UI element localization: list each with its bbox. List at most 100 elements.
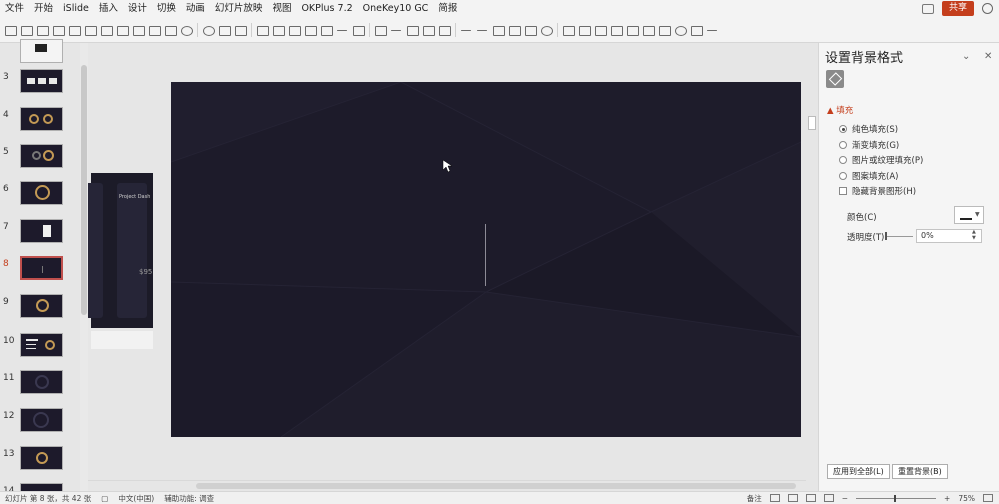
screenshot-icon[interactable]	[690, 24, 703, 36]
group-icon[interactable]	[132, 24, 145, 36]
copy-position-icon[interactable]	[272, 24, 285, 36]
reset-background-button[interactable]: 重置背景(B)	[892, 464, 948, 479]
animation-icon[interactable]	[610, 24, 623, 36]
vertical-scrollbar[interactable]	[806, 43, 818, 491]
fit-to-window-icon[interactable]	[983, 494, 993, 502]
thumbnail-row[interactable]: 13	[0, 446, 78, 478]
text-box-icon[interactable]	[492, 24, 505, 36]
picture-fill-option[interactable]: 图片或纹理填充(P)	[839, 154, 923, 166]
slide-thumbnail[interactable]	[20, 39, 63, 63]
thumbnail-row[interactable]: 12	[0, 408, 78, 440]
menu-onekey[interactable]: OneKey10 GC	[358, 0, 434, 17]
thumbnail-scroll-handle[interactable]	[81, 65, 87, 315]
zoom-out-icon[interactable]: −	[842, 494, 848, 503]
char-spacing-icon[interactable]	[422, 24, 435, 36]
offslide-object[interactable]: Project Dash $95	[88, 173, 153, 328]
zoom-in-icon[interactable]: +	[944, 494, 950, 503]
align-left-icon[interactable]	[4, 24, 17, 36]
horizontal-scrollbar[interactable]	[88, 480, 806, 491]
spin-arrows-icon[interactable]: ▲ ▼	[972, 229, 976, 241]
comment-icon[interactable]	[921, 3, 934, 14]
slide-thumbnail[interactable]	[20, 219, 63, 243]
star-icon[interactable]	[578, 24, 591, 36]
zoom-level[interactable]: 75%	[958, 494, 975, 503]
distribute-h-icon[interactable]	[100, 24, 113, 36]
thumbnail-row[interactable]: 3	[0, 69, 78, 101]
text-effects-icon[interactable]	[406, 24, 419, 36]
radio-picture[interactable]	[839, 156, 847, 164]
accessibility-status[interactable]: 辅助功能: 调查	[159, 493, 219, 504]
thumbnail-row[interactable]	[0, 39, 78, 71]
transparency-slider-knob[interactable]	[885, 232, 887, 240]
settings-icon[interactable]	[674, 24, 687, 36]
menu-slideshow[interactable]: 幻灯片放映	[210, 0, 268, 17]
line-spacing-icon[interactable]	[476, 24, 489, 36]
slide-thumbnail[interactable]	[20, 333, 63, 357]
gradient-fill-option[interactable]: 渐变填充(G)	[839, 139, 899, 151]
thumbnail-row-selected[interactable]: 8	[0, 256, 78, 288]
customize-dropdown-icon[interactable]	[706, 24, 719, 36]
color-picker-button[interactable]: ▼	[954, 206, 984, 224]
close-icon[interactable]: ✕	[984, 51, 992, 62]
crop-icon[interactable]	[164, 24, 177, 36]
slide-thumbnail[interactable]	[20, 370, 63, 394]
thumbnail-row[interactable]: 9	[0, 294, 78, 326]
align-middle-icon[interactable]	[68, 24, 81, 36]
zoom-slider[interactable]	[856, 494, 937, 502]
copy-size-icon[interactable]	[256, 24, 269, 36]
solid-fill-option[interactable]: 纯色填充(S)	[839, 123, 898, 135]
menu-transitions[interactable]: 切换	[152, 0, 181, 17]
slide-thumbnail[interactable]	[20, 144, 63, 168]
menu-view[interactable]: 视图	[267, 0, 296, 17]
thumbnail-row[interactable]: 4	[0, 107, 78, 139]
radio-pattern[interactable]	[839, 172, 847, 180]
menu-file[interactable]: 文件	[0, 0, 29, 17]
rotate-icon[interactable]	[218, 24, 231, 36]
shapes-gallery-icon[interactable]	[594, 24, 607, 36]
slide-icon[interactable]	[658, 24, 671, 36]
slide-thumbnail[interactable]	[20, 294, 63, 318]
thumbnail-row[interactable]: 11	[0, 370, 78, 402]
chevron-down-icon[interactable]: ⌄	[962, 51, 970, 62]
language-status[interactable]: 中文(中国)	[113, 493, 159, 504]
slide-thumbnail[interactable]	[20, 69, 63, 93]
slide-thumbnail[interactable]	[20, 446, 63, 470]
pen-icon[interactable]	[336, 24, 349, 36]
fill-section-header[interactable]: ▲ 填充	[827, 104, 853, 116]
menu-insert[interactable]: 插入	[94, 0, 123, 17]
fill-bucket-icon[interactable]	[826, 70, 844, 88]
menu-okplus[interactable]: OKPlus 7.2	[296, 0, 357, 17]
distribute-v-icon[interactable]	[116, 24, 129, 36]
slide-thumbnail[interactable]	[20, 181, 63, 205]
merge-shapes-icon[interactable]	[202, 24, 215, 36]
hide-graphics-checkbox[interactable]	[839, 187, 847, 195]
thumbnail-row[interactable]: 5	[0, 144, 78, 176]
pattern-fill-option[interactable]: 图案填充(A)	[839, 170, 898, 182]
slide-sorter-icon[interactable]	[787, 494, 798, 502]
reading-view-icon[interactable]	[805, 494, 816, 502]
picture-crop-icon[interactable]	[508, 24, 521, 36]
feedback-smiley-icon[interactable]	[982, 3, 993, 14]
slide-thumbnail[interactable]	[20, 107, 63, 131]
swap-icon[interactable]	[288, 24, 301, 36]
fill-color-icon[interactable]	[320, 24, 333, 36]
menu-design[interactable]: 设计	[123, 0, 152, 17]
vertical-scroll-handle[interactable]	[808, 116, 816, 130]
outline-color-icon[interactable]	[352, 24, 365, 36]
picture-icon[interactable]	[524, 24, 537, 36]
menu-briefing[interactable]: 简报	[433, 0, 462, 17]
apply-to-all-button[interactable]: 应用到全部(L)	[827, 464, 890, 479]
slide-thumbnail[interactable]	[20, 408, 63, 432]
smartart-icon[interactable]	[540, 24, 553, 36]
notes-button[interactable]: 备注	[747, 493, 762, 504]
menu-islide[interactable]: iSlide	[58, 0, 94, 17]
transparency-slider[interactable]	[885, 236, 913, 237]
radio-solid[interactable]	[839, 125, 847, 133]
hide-background-graphics-option[interactable]: 隐藏背景图形(H)	[839, 185, 916, 197]
highlight-icon[interactable]	[390, 24, 403, 36]
thumbnail-row[interactable]: 7	[0, 219, 78, 251]
align-top-icon[interactable]	[52, 24, 65, 36]
thumbnail-scrollbar[interactable]	[80, 43, 88, 491]
menu-home[interactable]: 开始	[29, 0, 58, 17]
image-icon[interactable]	[562, 24, 575, 36]
